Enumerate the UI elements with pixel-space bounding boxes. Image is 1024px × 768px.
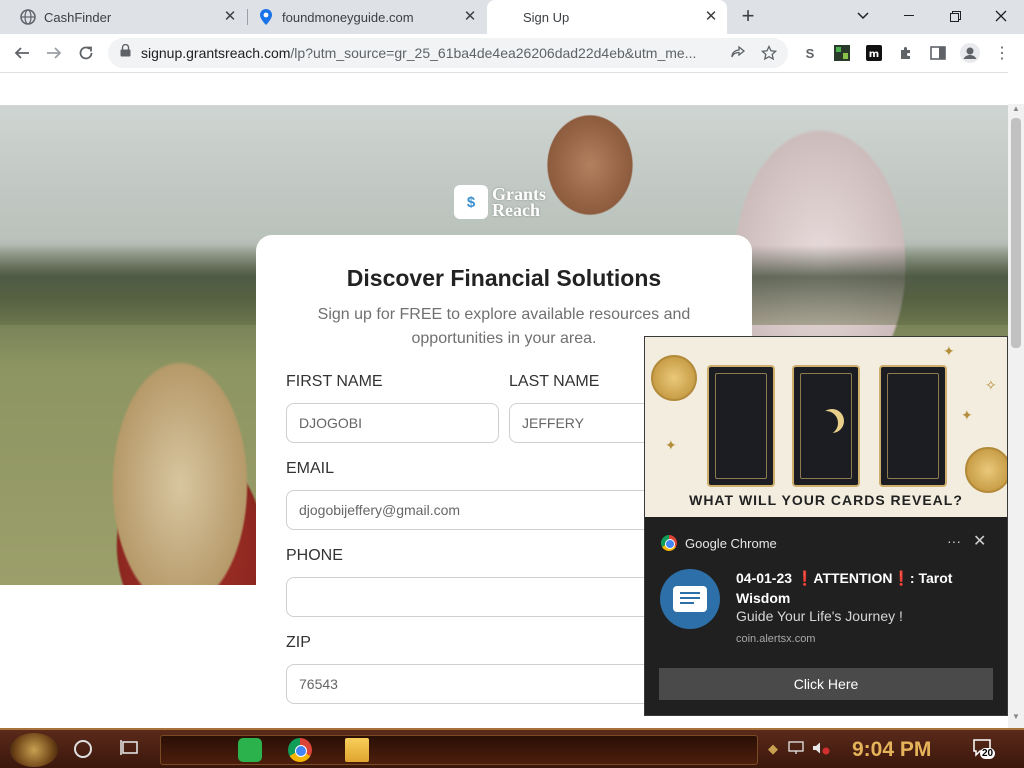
task-view-icon[interactable]: [120, 739, 142, 759]
url-host: signup.grantsreach.com: [141, 45, 291, 61]
start-button[interactable]: [10, 733, 58, 767]
close-tab-icon[interactable]: ✕: [703, 9, 719, 25]
bookmark-star-icon[interactable]: [759, 43, 779, 63]
first-name-field[interactable]: [286, 403, 499, 443]
side-panel-icon[interactable]: [928, 43, 948, 63]
last-name-label: LAST NAME: [509, 373, 600, 390]
scrollbar-thumb[interactable]: [1011, 118, 1021, 348]
click-here-button[interactable]: Click Here: [659, 668, 993, 700]
restore-button[interactable]: [932, 0, 978, 32]
zip-label: ZIP: [286, 634, 311, 651]
ad-caption: WHAT WILL YOUR CARDS REVEAL?: [689, 492, 963, 508]
chrome-taskbar-icon[interactable]: [288, 738, 312, 762]
url-path: /lp?utm_source=gr_25_61ba4de4ea26206dad2…: [290, 45, 697, 61]
globe-icon: [20, 9, 36, 25]
search-circle-icon[interactable]: [74, 740, 92, 758]
s-extension-icon[interactable]: S: [800, 43, 820, 63]
tab-strip: CashFinder ✕ foundmoneyguide.com ✕ Sign …: [0, 0, 1024, 34]
taskbar-clock[interactable]: 9:04 PM: [852, 738, 931, 762]
forward-button[interactable]: [40, 39, 68, 67]
svg-text:m: m: [869, 49, 879, 60]
tarot-card-center: [792, 365, 860, 487]
new-tab-button[interactable]: +: [735, 4, 761, 30]
tab-title: foundmoneyguide.com: [282, 9, 414, 25]
back-button[interactable]: [8, 39, 36, 67]
action-center-icon[interactable]: 20: [972, 738, 996, 760]
phone-label: PHONE: [286, 547, 343, 564]
star-icon: ✧: [985, 377, 997, 393]
sun-illustration: [651, 355, 697, 401]
page-scrollbar[interactable]: ▲ ▼: [1008, 104, 1024, 728]
image-extension-icon[interactable]: [832, 43, 852, 63]
star-icon: ✦: [961, 407, 973, 423]
star-icon: ✦: [665, 437, 677, 453]
close-window-button[interactable]: [978, 0, 1024, 32]
tarot-ad-image: ✦ ✦ ✦ ✧ WHAT WILL YOUR CARDS REVEAL?: [645, 337, 1007, 517]
reload-button[interactable]: [72, 39, 100, 67]
sun-illustration: [965, 447, 1007, 493]
notification-body: Guide Your Life's Journey !: [736, 608, 903, 624]
message-bubble-icon: [660, 569, 720, 629]
page-title: Discover Financial Solutions: [346, 265, 662, 291]
address-bar[interactable]: signup.grantsreach.com/lp?utm_source=gr_…: [108, 38, 788, 68]
scroll-down-arrow-icon[interactable]: ▼: [1008, 712, 1024, 726]
tab-search-chevron-icon[interactable]: [840, 0, 886, 32]
crescent-moon-icon: [814, 411, 838, 435]
menu-kebab-icon[interactable]: ⋮: [992, 43, 1012, 63]
notification-header: Google Chrome: [661, 535, 777, 551]
tab-foundmoneyguide[interactable]: foundmoneyguide.com ✕: [238, 0, 486, 34]
share-icon[interactable]: [728, 43, 748, 63]
tab-cashfinder[interactable]: CashFinder ✕: [0, 0, 246, 34]
close-tab-icon[interactable]: ✕: [222, 9, 238, 25]
notes-app-icon[interactable]: [238, 738, 262, 762]
tab-title: CashFinder: [44, 9, 112, 25]
taskbar: ◆ 9:04 PM 20: [0, 728, 1024, 768]
browser-toolbar: signup.grantsreach.com/lp?utm_source=gr_…: [0, 34, 1024, 72]
profile-avatar-icon[interactable]: [960, 43, 980, 63]
m-extension-icon[interactable]: m: [864, 43, 884, 63]
dollar-envelope-icon: $: [454, 185, 488, 219]
file-explorer-icon[interactable]: [345, 738, 369, 762]
tarot-card-left: [707, 365, 775, 487]
url-text: signup.grantsreach.com/lp?utm_source=gr_…: [141, 45, 711, 61]
close-notification-icon[interactable]: ✕: [973, 531, 986, 551]
chrome-logo-icon: [661, 535, 677, 551]
network-icon[interactable]: [788, 741, 804, 758]
logo-text: Grants Reach: [492, 184, 546, 220]
location-pin-icon: [258, 9, 274, 25]
more-options-icon[interactable]: ···: [947, 533, 961, 549]
notification-title: 04-01-23 ❗ATTENTION❗: Tarot Wisdom: [736, 570, 953, 606]
email-label: EMAIL: [286, 460, 335, 477]
grantsreach-logo: $ Grants Reach: [454, 185, 546, 219]
lock-icon: [120, 43, 131, 62]
close-tab-icon[interactable]: ✕: [462, 9, 478, 25]
tab-sign-up[interactable]: Sign Up ✕: [487, 0, 727, 34]
notification-app-name: Google Chrome: [685, 535, 777, 551]
scroll-up-arrow-icon[interactable]: ▲: [1008, 104, 1024, 118]
notification-source: coin.alertsx.com: [736, 633, 816, 645]
first-name-label: FIRST NAME: [286, 373, 383, 390]
notification-count-badge: 20: [980, 748, 996, 759]
chrome-notification[interactable]: ✦ ✦ ✦ ✧ WHAT WILL YOUR CARDS REVEAL? Goo…: [644, 336, 1008, 716]
tray-chevron-icon[interactable]: ◆: [768, 741, 778, 757]
desktop-screen: CashFinder ✕ foundmoneyguide.com ✕ Sign …: [0, 0, 1024, 768]
tarot-card-right: [879, 365, 947, 487]
tab-title: Sign Up: [523, 9, 570, 25]
volume-muted-icon[interactable]: [812, 741, 830, 758]
minimize-button[interactable]: [886, 0, 932, 32]
extensions-puzzle-icon[interactable]: [896, 43, 916, 63]
star-icon: ✦: [943, 343, 955, 359]
